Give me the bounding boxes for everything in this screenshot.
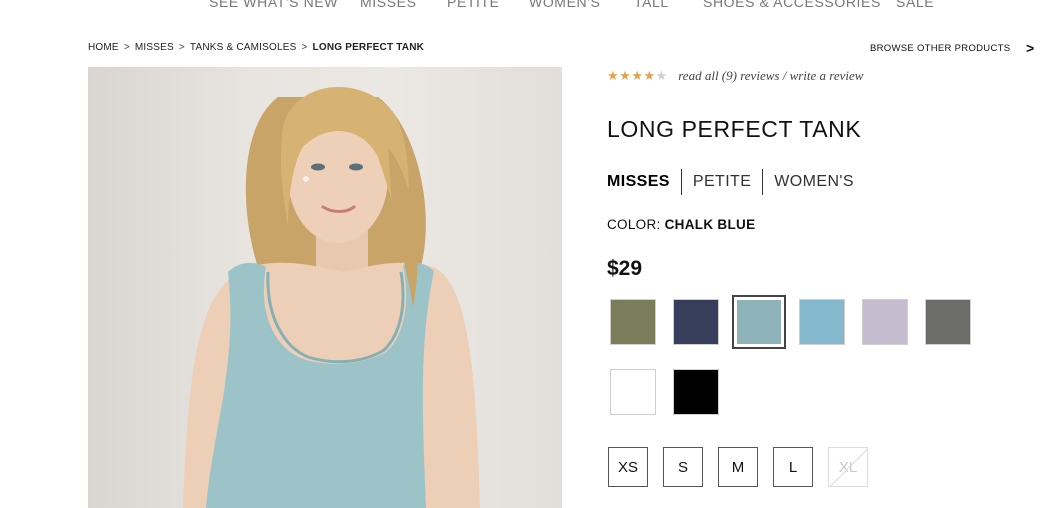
- nav-see-whats-new[interactable]: SEE WHAT'S NEW: [209, 0, 338, 10]
- product-image[interactable]: [88, 67, 562, 508]
- breadcrumb-separator: >: [301, 42, 308, 53]
- nav-womens[interactable]: WOMEN'S: [529, 0, 600, 10]
- model-illustration: [183, 86, 480, 508]
- fit-divider: [680, 169, 682, 195]
- swatch-sky-blue[interactable]: [799, 299, 845, 345]
- breadcrumb-separator: >: [123, 42, 130, 53]
- size-m-button[interactable]: M: [718, 447, 758, 487]
- swatch-white[interactable]: [610, 369, 656, 415]
- nav-sale[interactable]: SALE: [896, 0, 934, 10]
- size-label: L: [788, 458, 798, 476]
- fit-divider: [762, 169, 764, 195]
- browse-other-products-link[interactable]: BROWSE OTHER PRODUCTS: [870, 43, 1010, 54]
- breadcrumb: HOME > MISSES > TANKS & CAMISOLES > LONG PERFE…: [88, 42, 424, 53]
- selected-color: COLOR: CHALK BLUE: [607, 217, 755, 232]
- swatch-lilac[interactable]: [862, 299, 908, 345]
- nav-tall[interactable]: TALL: [634, 0, 669, 10]
- size-xl-button[interactable]: XL: [828, 447, 868, 487]
- size-xs-button[interactable]: XS: [608, 447, 648, 487]
- review-link-divider: /: [782, 68, 787, 83]
- fit-tabs: MISSES PETITE WOMEN'S: [607, 169, 854, 195]
- swatch-navy[interactable]: [673, 299, 719, 345]
- star-icon: ★: [607, 68, 620, 83]
- swatch-black[interactable]: [673, 369, 719, 415]
- fit-tab-womens[interactable]: WOMEN'S: [774, 171, 854, 193]
- breadcrumb-separator: >: [178, 42, 185, 53]
- color-label-prefix: COLOR:: [607, 217, 661, 232]
- top-navigation: SEE WHAT'S NEW MISSES PETITE WOMEN'S TAL…: [0, 0, 1051, 14]
- fit-tab-petite[interactable]: PETITE: [693, 171, 751, 193]
- write-review-link[interactable]: write a review: [790, 68, 864, 83]
- product-price: $29: [607, 257, 643, 280]
- breadcrumb-current: LONG PERFECT TANK: [312, 42, 425, 53]
- breadcrumb-home[interactable]: HOME: [88, 42, 119, 53]
- swatch-charcoal[interactable]: [925, 299, 971, 345]
- star-icon: ★: [619, 68, 632, 83]
- color-name: CHALK BLUE: [664, 217, 756, 232]
- nav-shoes-accessories[interactable]: SHOES & ACCESSORIES: [703, 0, 881, 10]
- size-s-button[interactable]: S: [663, 447, 703, 487]
- nav-misses[interactable]: MISSES: [360, 0, 417, 10]
- size-l-button[interactable]: L: [773, 447, 813, 487]
- star-rating: ★★★★★: [607, 68, 668, 83]
- product-title: LONG PERFECT TANK: [607, 116, 862, 142]
- star-icon: ★: [655, 68, 668, 83]
- fit-tab-misses[interactable]: MISSES: [607, 171, 670, 193]
- breadcrumb-tanks-camisoles[interactable]: TANKS & CAMISOLES: [190, 42, 297, 53]
- chevron-right-icon[interactable]: >: [1026, 40, 1034, 56]
- nav-petite[interactable]: PETITE: [447, 0, 500, 10]
- breadcrumb-misses[interactable]: MISSES: [135, 42, 174, 53]
- star-icon: ★: [631, 68, 644, 83]
- size-label: M: [731, 458, 745, 476]
- swatch-chalk-blue[interactable]: [732, 295, 786, 349]
- star-icon: ★: [643, 68, 656, 83]
- size-label: S: [677, 458, 688, 476]
- read-reviews-link[interactable]: read all (9) reviews: [678, 68, 779, 83]
- unavailable-slash: [830, 448, 867, 486]
- size-label: XS: [617, 458, 638, 476]
- rating-row: ★★★★★ read all (9) reviews / write a rev…: [607, 67, 863, 85]
- review-links: read all (9) reviews / write a review: [678, 68, 863, 83]
- swatch-olive[interactable]: [610, 299, 656, 345]
